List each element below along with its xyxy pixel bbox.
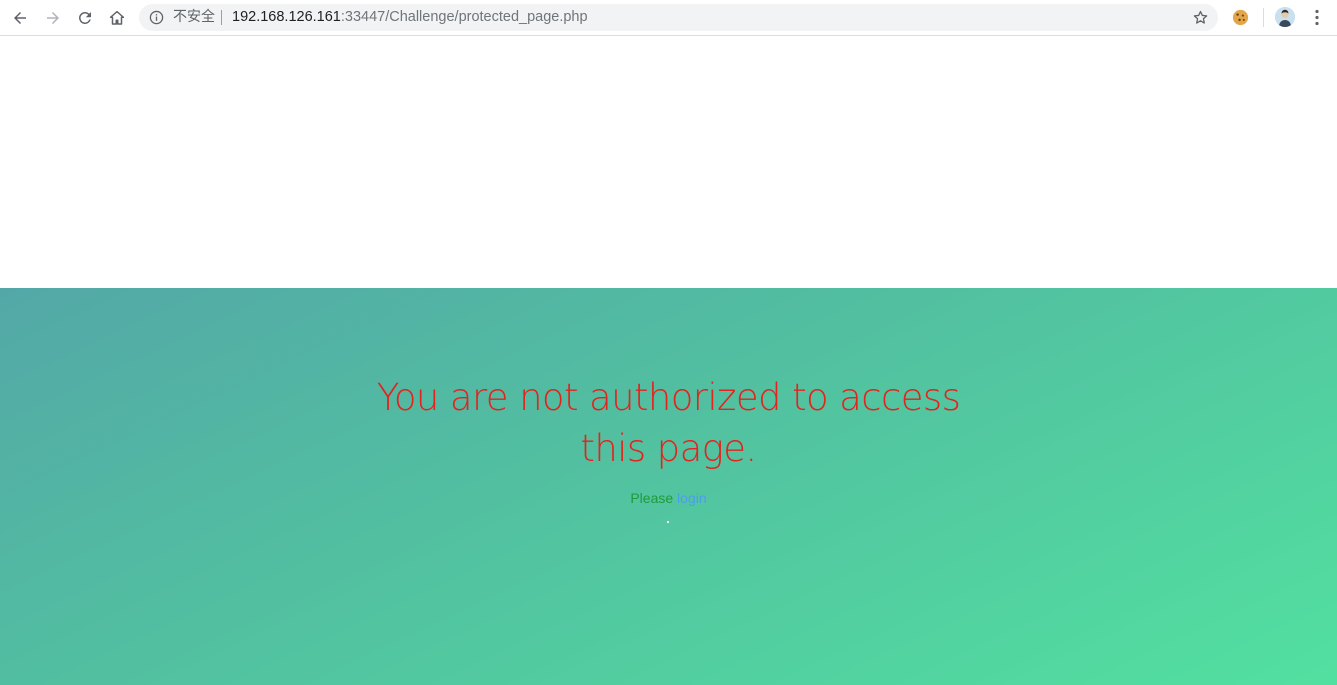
browser-toolbar: 不安全 192.168.126.161:33447/Challenge/prot…	[0, 0, 1337, 36]
please-text: Please	[630, 490, 674, 506]
back-button[interactable]	[5, 3, 35, 33]
url-host: 192.168.126.161	[232, 9, 341, 25]
profile-picture-icon	[1275, 7, 1295, 27]
decorative-dot	[667, 521, 669, 523]
omnibox-divider	[221, 10, 222, 25]
blank-page-area	[0, 36, 1337, 288]
login-link[interactable]: login	[677, 490, 707, 506]
login-prompt: Please login	[0, 490, 1337, 506]
home-icon	[109, 10, 125, 25]
back-arrow-icon	[14, 12, 26, 24]
star-icon[interactable]	[1192, 9, 1209, 26]
page-title: You are not authorized to access this pa…	[376, 376, 961, 470]
address-bar[interactable]: 不安全 192.168.126.161:33447/Challenge/prot…	[139, 4, 1218, 31]
reload-icon	[78, 11, 91, 24]
hero-section: You are not authorized to access this pa…	[0, 288, 1337, 685]
security-label[interactable]: 不安全	[173, 9, 215, 26]
forward-button[interactable]	[38, 3, 68, 33]
info-icon[interactable]	[149, 10, 164, 25]
avatar[interactable]	[1275, 7, 1295, 27]
toolbar-divider	[1263, 8, 1264, 27]
cookie-icon[interactable]	[1231, 8, 1250, 27]
kebab-menu-icon[interactable]	[1308, 8, 1326, 27]
forward-arrow-icon	[47, 12, 59, 24]
url-path: :33447/Challenge/protected_page.php	[340, 9, 588, 25]
url-text[interactable]: 192.168.126.161:33447/Challenge/protecte…	[232, 9, 588, 26]
reload-button[interactable]	[70, 3, 100, 33]
home-button[interactable]	[102, 3, 132, 33]
